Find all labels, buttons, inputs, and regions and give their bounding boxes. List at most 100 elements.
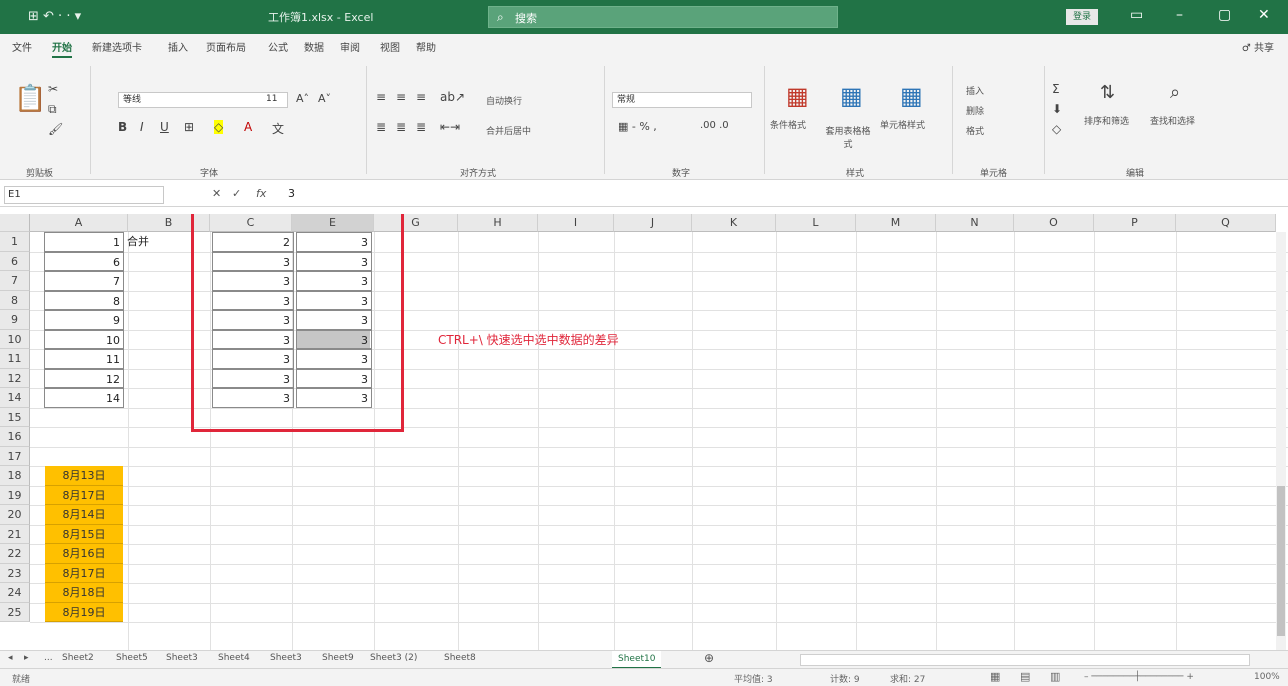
table-format-icon[interactable]: ▦ xyxy=(840,82,863,110)
cell-a[interactable]: 8 xyxy=(44,290,124,310)
date-cell[interactable]: 8月17日 xyxy=(45,563,123,583)
sheet-tab[interactable]: Sheet2 xyxy=(62,653,94,663)
row-header[interactable]: 24 xyxy=(0,583,30,603)
tab-review[interactable]: 审阅 xyxy=(340,39,360,54)
cell-a[interactable]: 7 xyxy=(44,271,124,291)
cell-a[interactable]: 10 xyxy=(44,329,124,349)
sheet-nav-next-icon[interactable]: ▸ xyxy=(24,653,29,663)
align-top-icon[interactable]: ≡ xyxy=(376,90,386,104)
align-right-icon[interactable]: ≣ xyxy=(416,120,426,134)
row-header[interactable]: 25 xyxy=(0,602,30,622)
row-header[interactable]: 12 xyxy=(0,368,30,388)
autosum-icon[interactable]: Σ xyxy=(1052,82,1060,96)
function-icon[interactable]: fx xyxy=(256,187,266,200)
search-box[interactable]: ⌕ 搜索 xyxy=(488,6,838,28)
column-header[interactable]: H xyxy=(458,214,538,232)
column-header[interactable]: L xyxy=(776,214,856,232)
format-painter-icon[interactable]: 🖌 xyxy=(48,122,63,136)
cancel-icon[interactable]: ✕ xyxy=(212,187,221,200)
page-break-view-icon[interactable]: ▥ xyxy=(1050,670,1060,683)
row-header[interactable]: 8 xyxy=(0,290,30,310)
maximize-button[interactable]: ▢ xyxy=(1218,7,1231,23)
date-cell[interactable]: 8月14日 xyxy=(45,505,123,525)
cell-a[interactable]: 6 xyxy=(44,251,124,271)
row-header[interactable]: 10 xyxy=(0,329,30,349)
accounting-format-icon[interactable]: ▦ - % , xyxy=(618,120,657,133)
column-header[interactable]: P xyxy=(1094,214,1176,232)
font-size-select[interactable]: 11 xyxy=(266,94,277,104)
add-sheet-icon[interactable]: ⊕ xyxy=(704,651,714,665)
column-header[interactable]: J xyxy=(614,214,692,232)
row-header[interactable]: 1 xyxy=(0,232,30,252)
name-box[interactable]: E1 xyxy=(4,186,164,204)
column-header[interactable]: I xyxy=(538,214,614,232)
row-header[interactable]: 17 xyxy=(0,446,30,466)
cell-a[interactable]: 9 xyxy=(44,310,124,330)
cell-a[interactable]: 11 xyxy=(44,349,124,369)
sheet-tab[interactable]: Sheet5 xyxy=(116,653,148,663)
underline-button[interactable]: U xyxy=(160,120,169,134)
tab-new[interactable]: 新建选项卡 xyxy=(92,39,142,54)
row-header[interactable]: 21 xyxy=(0,524,30,544)
sheet-tab[interactable]: Sheet8 xyxy=(444,653,476,663)
date-cell[interactable]: 8月16日 xyxy=(45,544,123,564)
font-name-select[interactable]: 等线 xyxy=(118,92,288,108)
tab-data[interactable]: 数据 xyxy=(304,39,324,54)
row-header[interactable]: 23 xyxy=(0,563,30,583)
column-header[interactable]: O xyxy=(1014,214,1094,232)
orientation-icon[interactable]: ab↗ xyxy=(440,90,465,104)
date-cell[interactable]: 8月17日 xyxy=(45,485,123,505)
format-cells-button[interactable]: 格式 xyxy=(966,124,984,137)
row-header[interactable]: 7 xyxy=(0,271,30,291)
sheet-tab[interactable]: Sheet3 xyxy=(270,653,302,663)
ribbon-display-icon[interactable]: ▭ xyxy=(1130,7,1143,23)
login-button[interactable]: 登录 xyxy=(1066,9,1098,25)
delete-cells-button[interactable]: 删除 xyxy=(966,104,984,117)
worksheet-grid[interactable]: A B C E G H I J K L M N O P Q 1 6 7 8 9 10 11 12 14 15 16 17 18 19 20… xyxy=(0,214,1288,650)
tab-formulas[interactable]: 公式 xyxy=(268,39,288,54)
tab-home[interactable]: 开始 xyxy=(52,39,72,58)
sheet-tab[interactable]: Sheet4 xyxy=(218,653,250,663)
column-header[interactable]: K xyxy=(692,214,776,232)
shrink-font-icon[interactable]: A˅ xyxy=(318,92,331,105)
paste-icon[interactable]: 📋 xyxy=(14,84,46,114)
clear-icon[interactable]: ◇ xyxy=(1052,122,1061,136)
sort-filter-icon[interactable]: ⇅ xyxy=(1100,82,1115,103)
normal-view-icon[interactable]: ▦ xyxy=(990,670,1000,683)
align-bottom-icon[interactable]: ≡ xyxy=(416,90,426,104)
cell-a[interactable]: 12 xyxy=(44,368,124,388)
merge-center-button[interactable]: 合并后居中 xyxy=(486,124,531,137)
share-button[interactable]: ♂ 共享 xyxy=(1242,39,1274,54)
row-header[interactable]: 19 xyxy=(0,485,30,505)
date-cell[interactable]: 8月19日 xyxy=(45,602,123,622)
cell-b1[interactable]: 合并 xyxy=(124,232,184,252)
cell-a[interactable]: 14 xyxy=(44,388,124,408)
close-button[interactable]: ✕ xyxy=(1258,7,1270,23)
sort-filter-button[interactable]: 排序和筛选 xyxy=(1084,114,1129,127)
italic-button[interactable]: I xyxy=(140,120,144,134)
indent-icon[interactable]: ⇤⇥ xyxy=(440,120,460,134)
find-select-button[interactable]: 查找和选择 xyxy=(1150,114,1195,127)
grow-font-icon[interactable]: A˄ xyxy=(296,92,309,105)
align-middle-icon[interactable]: ≡ xyxy=(396,90,406,104)
tab-view[interactable]: 视图 xyxy=(380,39,400,54)
row-header[interactable]: 20 xyxy=(0,505,30,525)
zoom-level[interactable]: 100% xyxy=(1254,672,1280,682)
row-header[interactable]: 22 xyxy=(0,544,30,564)
copy-icon[interactable]: ⧉ xyxy=(48,102,57,117)
fill-color-icon[interactable]: ◇ xyxy=(214,120,224,134)
cut-icon[interactable]: ✂ xyxy=(48,82,58,96)
zoom-slider[interactable]: – ────────┼──────── + xyxy=(1084,672,1194,682)
vertical-scroll-thumb[interactable] xyxy=(1277,486,1285,636)
horizontal-scrollbar[interactable] xyxy=(800,654,1250,666)
row-header[interactable]: 15 xyxy=(0,407,30,427)
borders-icon[interactable]: ⊞ xyxy=(184,120,194,134)
cell-style-button[interactable]: 单元格样式 xyxy=(880,118,925,131)
wrap-text-button[interactable]: 自动换行 xyxy=(486,94,522,107)
align-left-icon[interactable]: ≣ xyxy=(376,120,386,134)
date-cell[interactable]: 8月18日 xyxy=(45,583,123,603)
row-header[interactable]: 14 xyxy=(0,388,30,408)
row-header[interactable]: 11 xyxy=(0,349,30,369)
sheet-tab[interactable]: Sheet9 xyxy=(322,653,354,663)
row-header[interactable]: 9 xyxy=(0,310,30,330)
